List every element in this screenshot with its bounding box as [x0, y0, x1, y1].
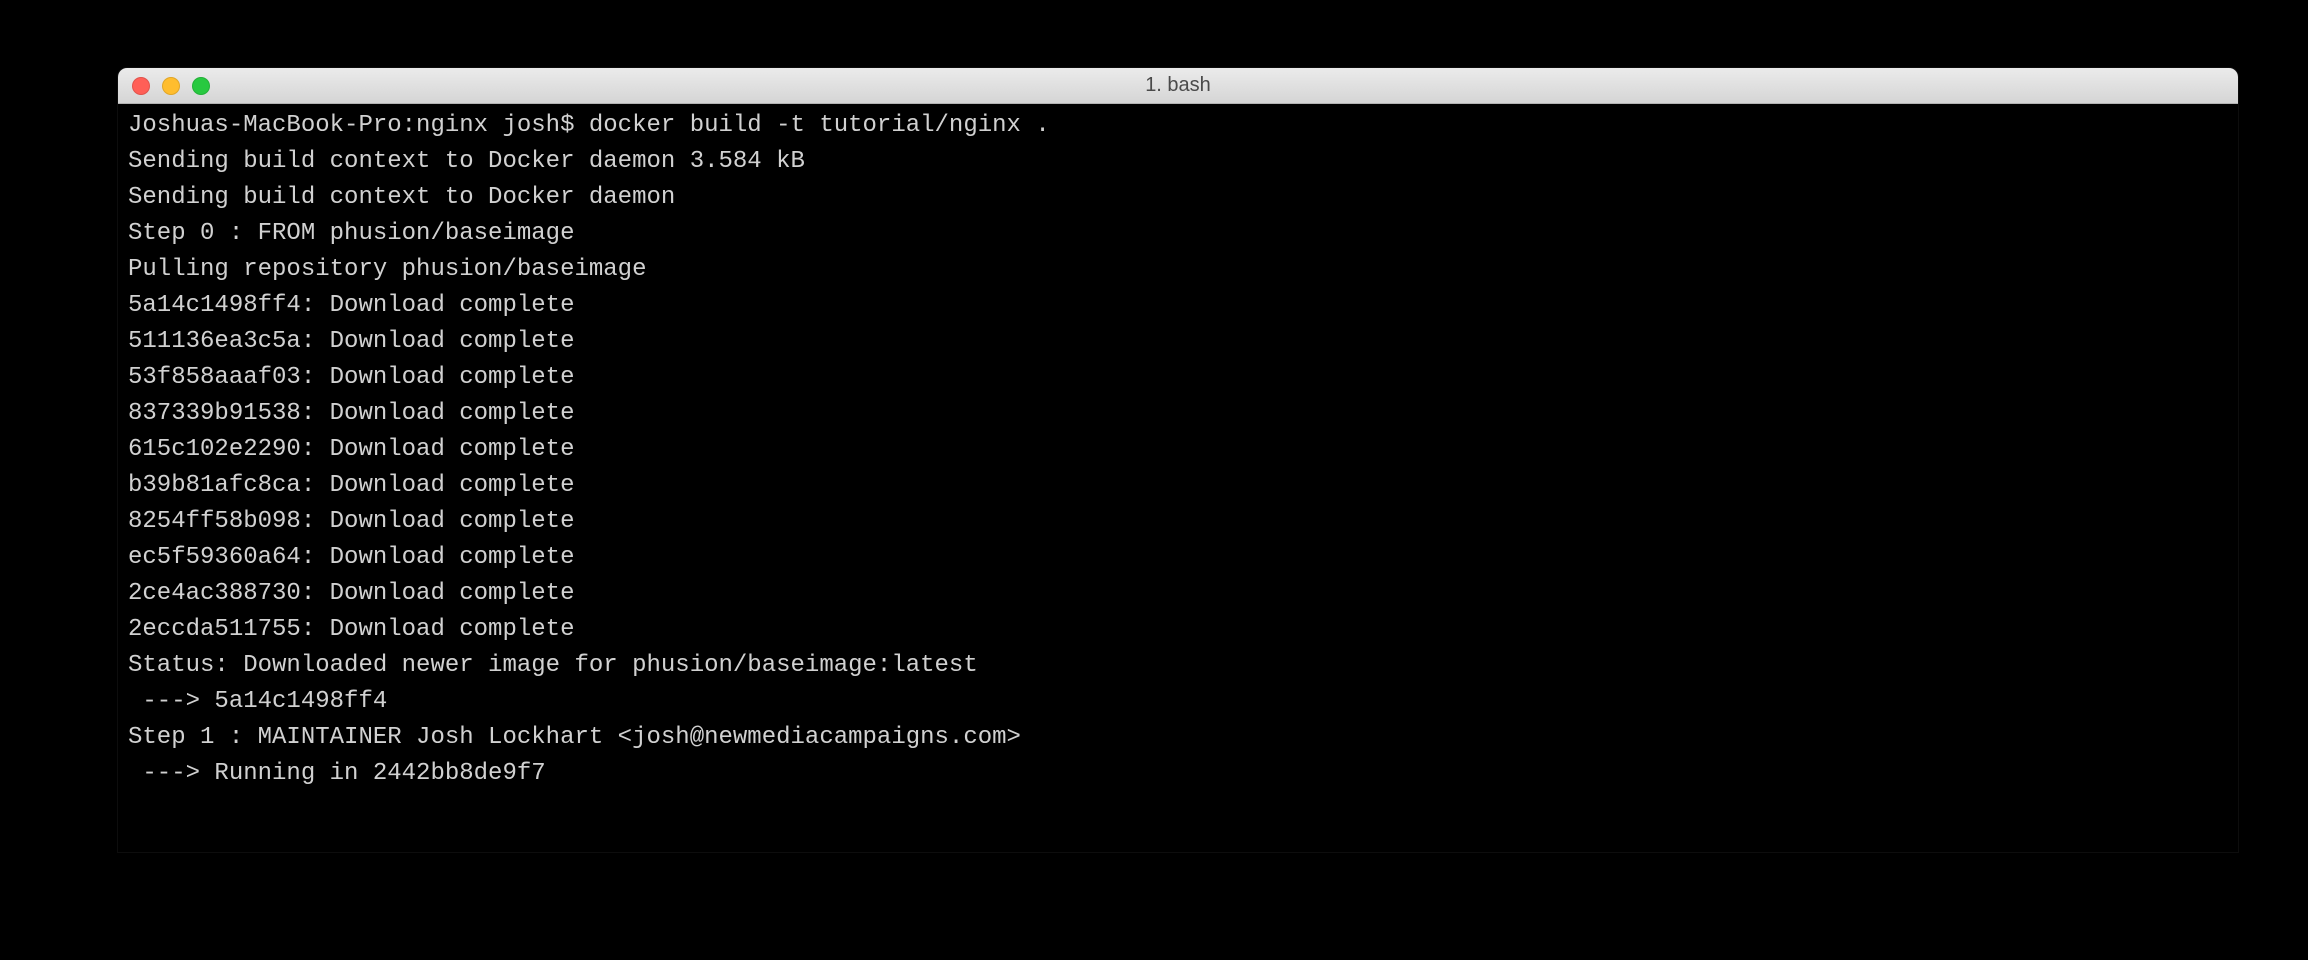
output-line: Sending build context to Docker daemon: [128, 180, 2228, 216]
output-line: 8254ff58b098: Download complete: [128, 504, 2228, 540]
minimize-icon[interactable]: [162, 77, 180, 95]
command-text: docker build -t tutorial/nginx .: [589, 112, 1050, 139]
output-line: Step 1 : MAINTAINER Josh Lockhart <josh@…: [128, 720, 2228, 756]
output-line: 837339b91538: Download complete: [128, 396, 2228, 432]
output-line: Sending build context to Docker daemon 3…: [128, 144, 2228, 180]
title-bar[interactable]: 1. bash: [118, 68, 2238, 104]
output-line: b39b81afc8ca: Download complete: [128, 468, 2228, 504]
output-line: 2ce4ac388730: Download complete: [128, 576, 2228, 612]
output-line: 53f858aaaf03: Download complete: [128, 360, 2228, 396]
output-line: Step 0 : FROM phusion/baseimage: [128, 216, 2228, 252]
terminal-body[interactable]: Joshuas-MacBook-Pro:nginx josh$ docker b…: [118, 104, 2238, 852]
output-line: 511136ea3c5a: Download complete: [128, 324, 2228, 360]
output-line: ec5f59360a64: Download complete: [128, 540, 2228, 576]
traffic-lights: [132, 77, 210, 95]
prompt-line: Joshuas-MacBook-Pro:nginx josh$ docker b…: [128, 108, 2228, 144]
close-icon[interactable]: [132, 77, 150, 95]
prompt-text: Joshuas-MacBook-Pro:nginx josh$: [128, 112, 589, 139]
output-line: ---> Running in 2442bb8de9f7: [128, 756, 2228, 792]
output-line: 5a14c1498ff4: Download complete: [128, 288, 2228, 324]
output-line: Status: Downloaded newer image for phusi…: [128, 648, 2228, 684]
window-title: 1. bash: [118, 74, 2238, 97]
output-line: 615c102e2290: Download complete: [128, 432, 2228, 468]
output-line: 2eccda511755: Download complete: [128, 612, 2228, 648]
zoom-icon[interactable]: [192, 77, 210, 95]
terminal-window: 1. bash Joshuas-MacBook-Pro:nginx josh$ …: [118, 68, 2238, 852]
output-line: ---> 5a14c1498ff4: [128, 684, 2228, 720]
output-line: Pulling repository phusion/baseimage: [128, 252, 2228, 288]
